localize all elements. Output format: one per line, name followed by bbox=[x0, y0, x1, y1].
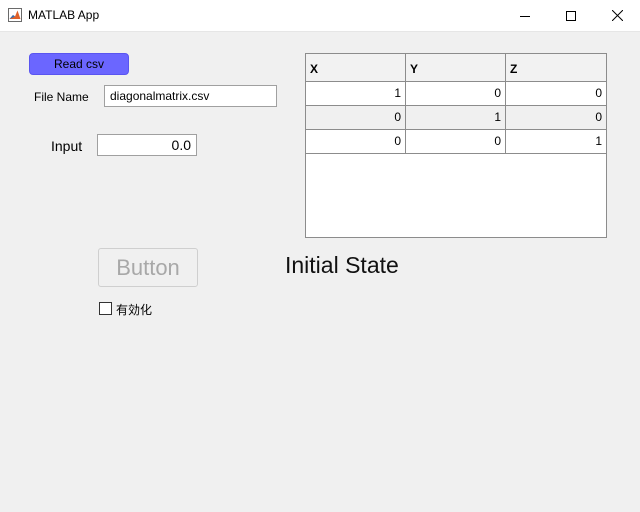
table-cell[interactable]: 0 bbox=[506, 82, 606, 105]
table-cell[interactable]: 0 bbox=[406, 130, 506, 153]
table-cell[interactable]: 0 bbox=[506, 106, 606, 129]
title-bar: MATLAB App bbox=[0, 0, 640, 32]
column-header-x[interactable]: X bbox=[306, 54, 406, 81]
window-title: MATLAB App bbox=[28, 8, 100, 22]
data-table[interactable]: X Y Z 1 0 0 0 1 0 0 0 1 bbox=[305, 53, 607, 238]
close-button[interactable] bbox=[594, 0, 640, 31]
file-name-label: File Name bbox=[34, 90, 89, 104]
table-cell[interactable]: 0 bbox=[306, 106, 406, 129]
state-label: Initial State bbox=[285, 252, 399, 278]
table-row: 0 1 0 bbox=[306, 106, 606, 130]
table-row: 1 0 0 bbox=[306, 82, 606, 106]
table-cell[interactable]: 1 bbox=[306, 82, 406, 105]
column-header-y[interactable]: Y bbox=[406, 54, 506, 81]
file-name-field[interactable]: diagonalmatrix.csv bbox=[104, 85, 277, 107]
input-label: Input bbox=[51, 138, 83, 154]
table-cell[interactable]: 0 bbox=[306, 130, 406, 153]
minimize-button[interactable] bbox=[502, 0, 548, 31]
minimize-icon bbox=[520, 15, 530, 17]
close-icon bbox=[611, 10, 623, 21]
maximize-button[interactable] bbox=[548, 0, 594, 31]
matlab-logo-icon bbox=[8, 8, 22, 22]
table-header: X Y Z bbox=[306, 54, 606, 82]
table-cell[interactable]: 1 bbox=[406, 106, 506, 129]
enable-checkbox[interactable] bbox=[99, 302, 112, 315]
enable-checkbox-label[interactable]: 有効化 bbox=[116, 301, 152, 318]
table-cell[interactable]: 1 bbox=[506, 130, 606, 153]
input-field[interactable]: 0.0 bbox=[97, 134, 197, 156]
action-button[interactable]: Button bbox=[98, 248, 198, 287]
read-csv-button[interactable]: Read csv bbox=[29, 53, 129, 75]
column-header-z[interactable]: Z bbox=[506, 54, 606, 81]
maximize-icon bbox=[566, 10, 576, 21]
table-row: 0 0 1 bbox=[306, 130, 606, 154]
table-cell[interactable]: 0 bbox=[406, 82, 506, 105]
